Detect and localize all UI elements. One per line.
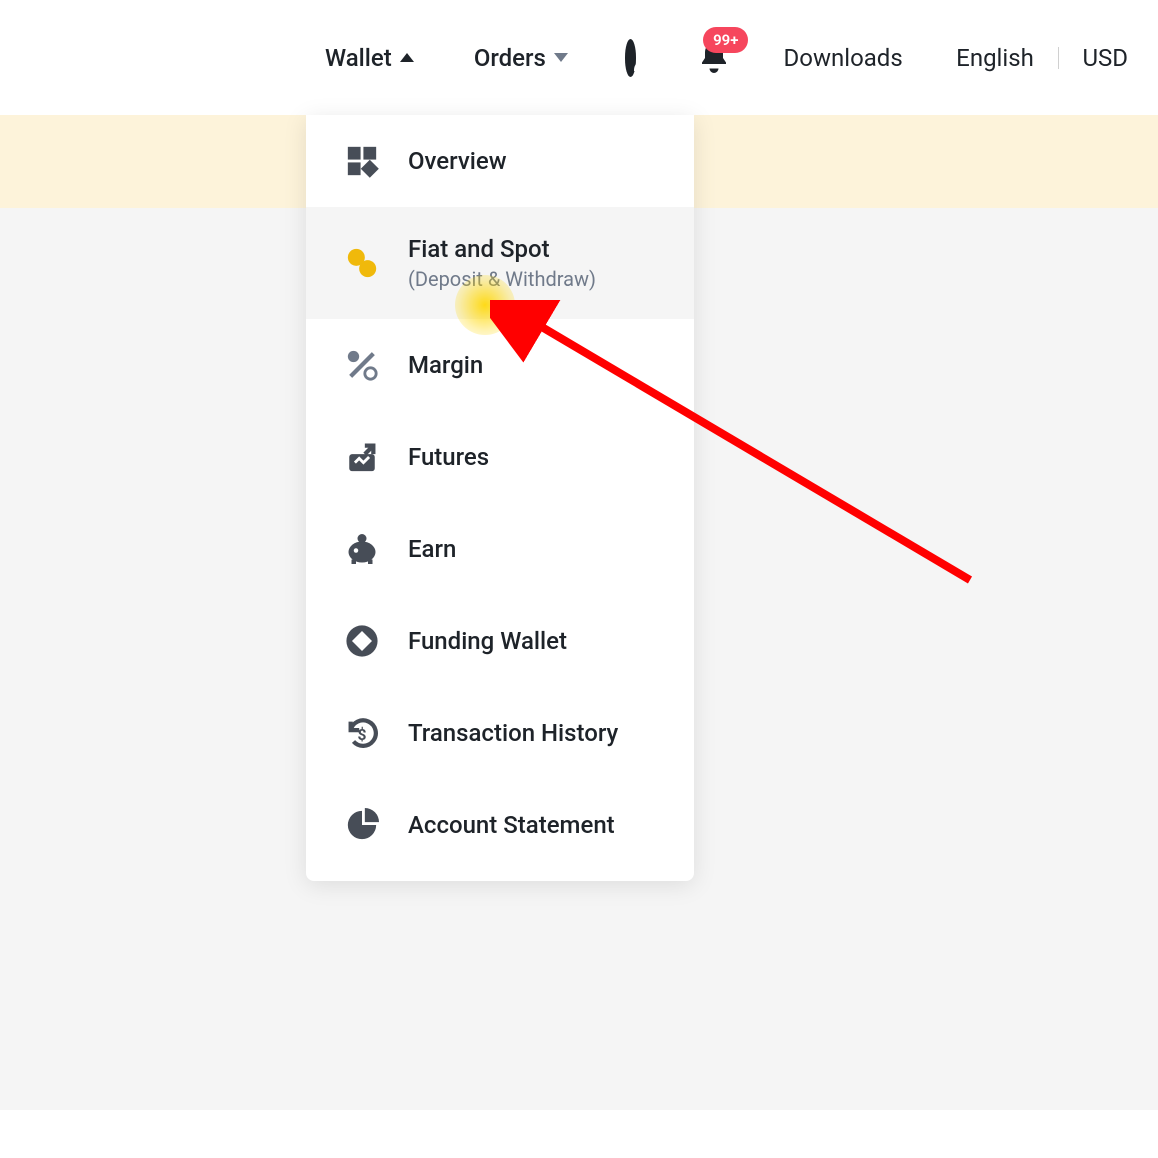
- wallet-nav-item[interactable]: Wallet: [325, 44, 414, 72]
- svg-text:$: $: [358, 726, 367, 744]
- downloads-link[interactable]: Downloads: [784, 44, 903, 72]
- notification-badge: 99+: [703, 27, 748, 53]
- menu-item-funding-wallet[interactable]: Funding Wallet: [306, 595, 694, 687]
- notifications-button[interactable]: 99+: [696, 40, 732, 76]
- clock-dollar-icon: $: [344, 715, 380, 751]
- percent-icon: [344, 347, 380, 383]
- menu-label: Earn: [408, 535, 456, 563]
- menu-item-futures[interactable]: Futures: [306, 411, 694, 503]
- menu-label: Margin: [408, 351, 483, 379]
- wallet-dropdown-menu: Overview Fiat and Spot (Deposit & Withdr…: [306, 115, 694, 881]
- menu-label: Fiat and Spot: [408, 235, 596, 263]
- menu-item-transaction-history[interactable]: $ Transaction History: [306, 687, 694, 779]
- menu-label: Overview: [408, 147, 507, 175]
- menu-item-margin[interactable]: Margin: [306, 319, 694, 411]
- orders-nav-item[interactable]: Orders: [474, 44, 568, 72]
- menu-label: Transaction History: [408, 719, 618, 747]
- grid-icon: [344, 143, 380, 179]
- language-selector[interactable]: English: [956, 44, 1034, 72]
- menu-label: Account Statement: [408, 811, 615, 839]
- chart-up-icon: [344, 439, 380, 475]
- header-nav: Wallet Orders 99+ Downloads English USD: [0, 0, 1158, 115]
- diamond-circle-icon: [344, 623, 380, 659]
- caret-down-icon: [554, 53, 568, 62]
- account-icon[interactable]: [625, 39, 636, 77]
- menu-item-fiat-and-spot[interactable]: Fiat and Spot (Deposit & Withdraw): [306, 207, 694, 319]
- menu-item-earn[interactable]: Earn: [306, 503, 694, 595]
- menu-item-account-statement[interactable]: Account Statement: [306, 779, 694, 871]
- menu-item-overview[interactable]: Overview: [306, 115, 694, 207]
- currency-selector[interactable]: USD: [1082, 44, 1128, 72]
- menu-sublabel: (Deposit & Withdraw): [408, 267, 596, 291]
- piggy-bank-icon: [344, 531, 380, 567]
- pie-icon: [344, 807, 380, 843]
- orders-nav-label: Orders: [474, 44, 546, 72]
- menu-label: Futures: [408, 443, 489, 471]
- divider: [1058, 47, 1059, 69]
- wallet-nav-label: Wallet: [325, 44, 392, 72]
- exchange-icon: [344, 245, 380, 281]
- menu-label: Funding Wallet: [408, 627, 567, 655]
- caret-up-icon: [400, 53, 414, 62]
